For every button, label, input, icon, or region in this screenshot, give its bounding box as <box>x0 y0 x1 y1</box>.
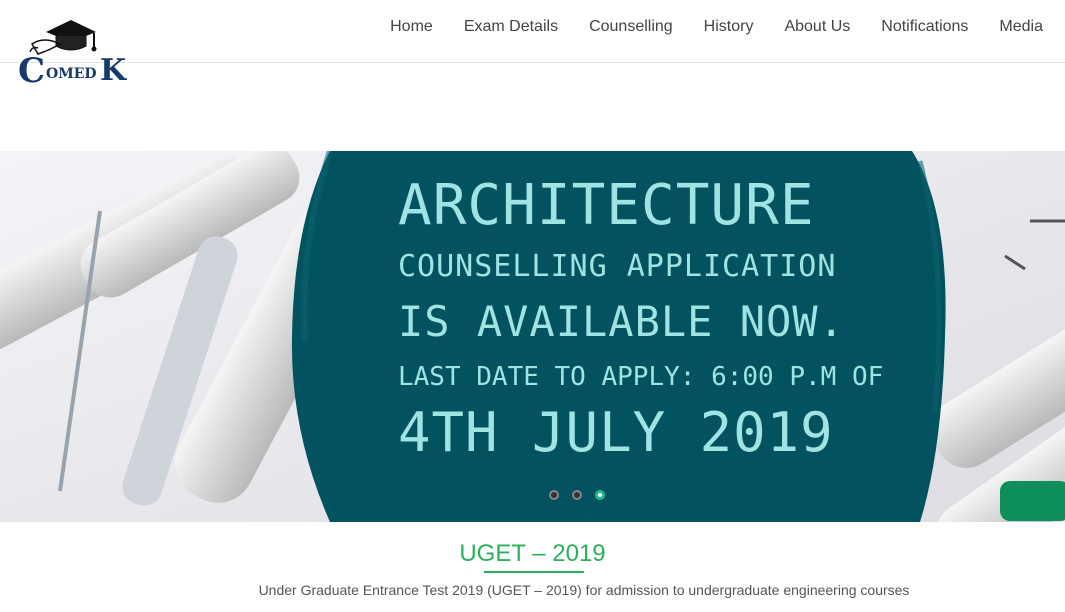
nav-exam-details[interactable]: Exam Details <box>464 16 558 38</box>
hero-line-1: ARCHITECTURE <box>398 173 815 238</box>
slider-dot-1[interactable] <box>549 490 559 500</box>
comedk-logo[interactable]: C OMED K <box>16 14 140 94</box>
title-underline <box>484 571 584 573</box>
logo-letter-k: K <box>100 53 127 88</box>
hero-line-4: LAST DATE TO APPLY: 6:00 P.M OF <box>398 362 884 392</box>
hero-line-3: IS AVAILABLE NOW. <box>398 297 845 346</box>
nav-media[interactable]: Media <box>999 16 1043 38</box>
site-header: C OMED K Home Exam Details Counselling H… <box>0 0 1065 91</box>
nav-about-us[interactable]: About Us <box>784 16 850 38</box>
graduation-cap-icon <box>29 20 97 55</box>
hero-slider[interactable]: ARCHITECTURE COUNSELLING APPLICATION IS … <box>0 151 1065 522</box>
nav-notifications[interactable]: Notifications <box>881 16 968 38</box>
nav-history[interactable]: History <box>704 16 754 38</box>
hero-line-5: 4TH JULY 2019 <box>398 401 834 464</box>
slider-dot-2[interactable] <box>572 490 582 500</box>
slider-dot-3[interactable] <box>595 490 605 500</box>
main-nav: Home Exam Details Counselling History Ab… <box>359 16 1043 38</box>
logo-letter-c: C <box>18 51 45 91</box>
slider-dots <box>549 490 605 500</box>
section-title: UGET – 2019 <box>459 540 606 567</box>
nav-home[interactable]: Home <box>390 16 433 38</box>
nav-counselling[interactable]: Counselling <box>589 16 673 38</box>
logo-letter-omed: OMED <box>46 66 97 82</box>
section-description: Under Graduate Entrance Test 2019 (UGET … <box>258 582 910 598</box>
hero-line-2: COUNSELLING APPLICATION <box>398 249 837 284</box>
